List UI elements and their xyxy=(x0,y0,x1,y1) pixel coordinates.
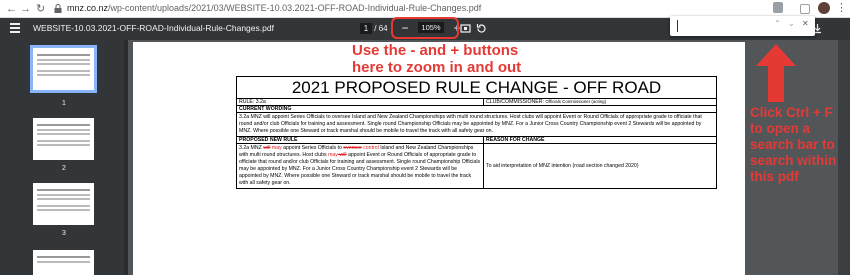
zoom-highlight-ring xyxy=(391,17,459,39)
forward-icon[interactable]: → xyxy=(20,2,31,16)
find-previous-icon[interactable]: ⌃ xyxy=(774,19,781,28)
page-thumbnail-3[interactable] xyxy=(33,183,94,225)
reason-label: REASON FOR CHANGE xyxy=(486,137,545,143)
profile-avatar-icon[interactable] xyxy=(818,2,830,14)
thumbnail-number: 3 xyxy=(62,230,66,237)
page-indicator: 1 / 64 xyxy=(360,23,388,34)
thumbnail-number: 1 xyxy=(62,100,66,107)
find-input[interactable] xyxy=(676,20,766,32)
rule-label: RULE: 3.2a xyxy=(237,99,484,105)
find-close-icon[interactable]: ✕ xyxy=(802,19,809,28)
deleted-text: will xyxy=(337,152,347,158)
total-pages: 64 xyxy=(378,24,388,33)
current-wording-text: 3.2a MNZ will appoint Series Officials t… xyxy=(239,114,702,134)
url-field[interactable]: mnz.co.nz/wp-content/uploads/2021/03/WEB… xyxy=(67,3,481,13)
current-page-input[interactable]: 1 xyxy=(360,23,372,34)
current-wording-row: 3.2a MNZ will appoint Series Officials t… xyxy=(237,113,716,137)
document-heading: 2021 PROPOSED RULE CHANGE - OFF ROAD xyxy=(237,77,716,99)
proposed-row: 3.2a MNZ will may appoint Series Officia… xyxy=(237,144,716,188)
rule-row: RULE: 3.2a CLUB/COMMISSIONER: Officials … xyxy=(237,99,716,106)
page-separator: / xyxy=(374,24,377,33)
find-next-icon[interactable]: ⌄ xyxy=(788,19,795,28)
url-path: /wp-content/uploads/2021/03/WEBSITE-10.0… xyxy=(108,3,482,13)
club-cell: CLUB/COMMISSIONER: Officials Commissione… xyxy=(484,99,716,105)
fit-page-icon[interactable] xyxy=(460,23,471,34)
page-thumbnail-1[interactable] xyxy=(30,45,97,93)
inserted-text: control xyxy=(361,145,379,151)
document-title: WEBSITE-10.03.2021-OFF-ROAD-Individual-R… xyxy=(33,23,274,33)
page-thumbnail-4[interactable] xyxy=(33,250,94,280)
zoom-note-line2: here to zoom in and out xyxy=(352,59,522,76)
club-label: CLUB/COMMISSIONER: xyxy=(486,99,544,105)
menu-icon[interactable] xyxy=(10,23,20,33)
reload-icon[interactable]: ↻ xyxy=(36,2,45,16)
url-domain: mnz.co.nz xyxy=(67,3,109,13)
reason-text: To aid interpretation of MNZ intention (… xyxy=(486,163,639,169)
back-icon[interactable]: ← xyxy=(6,2,17,16)
zoom-note-line1: Use the - and + buttons xyxy=(352,42,519,59)
text-caret xyxy=(677,20,678,32)
inserted-text: may xyxy=(270,145,282,151)
find-annotation: Click Ctrl + F to open a search bar to s… xyxy=(750,105,837,184)
thumbnail-number: 2 xyxy=(62,165,66,172)
rotate-icon[interactable] xyxy=(476,23,487,34)
reader-icon[interactable] xyxy=(800,4,810,14)
text-run: appoint Series Officials to xyxy=(281,145,344,151)
reason-cell: To aid interpretation of MNZ intention (… xyxy=(484,144,716,188)
proposed-rule-text: 3.2a MNZ will may appoint Series Officia… xyxy=(237,144,484,188)
browser-menu-icon[interactable]: ⋮ xyxy=(836,1,847,15)
current-wording-header: CURRENT WORDING xyxy=(237,106,716,113)
proposed-header-row: PROPOSED NEW RULE REASON FOR CHANGE xyxy=(237,137,716,144)
current-wording-label: CURRENT WORDING xyxy=(239,106,292,112)
proposed-rule-label: PROPOSED NEW RULE xyxy=(237,137,484,143)
page-thumbnail-2[interactable] xyxy=(33,118,94,160)
rule-change-table: 2021 PROPOSED RULE CHANGE - OFF ROAD RUL… xyxy=(236,76,717,189)
up-arrow-icon xyxy=(756,44,796,102)
inserted-text: may xyxy=(328,152,338,158)
deleted-text: oversee xyxy=(343,145,362,151)
club-value: Officials Commissioner (acting) xyxy=(545,99,607,104)
zoom-annotation: Use the - and + buttons here to zoom in … xyxy=(352,42,521,76)
find-bar: ⌃ ⌄ ✕ xyxy=(670,16,815,36)
lock-icon xyxy=(54,4,62,13)
extension-icon[interactable] xyxy=(773,2,783,13)
text-run: 3.2a MNZ xyxy=(239,145,264,151)
